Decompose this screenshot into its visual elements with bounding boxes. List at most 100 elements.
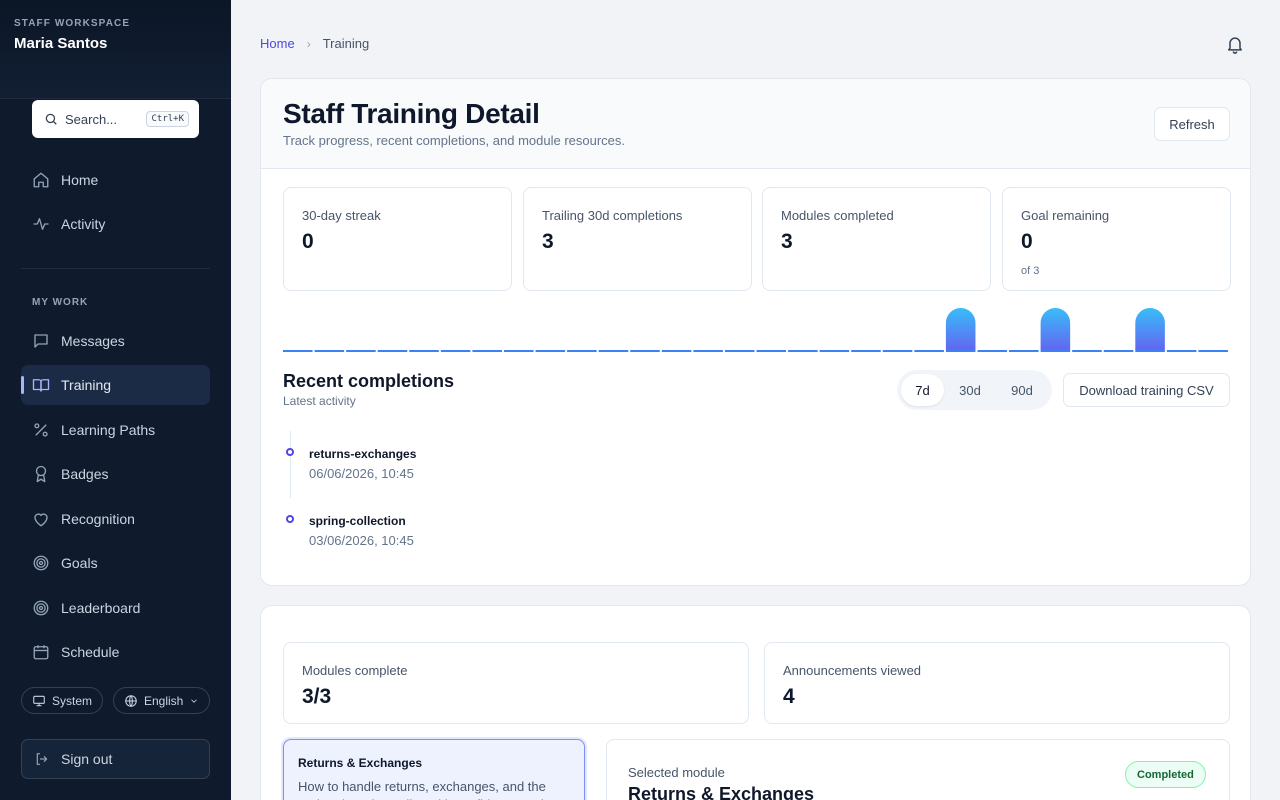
sidebar-item-label: Activity	[61, 216, 106, 232]
stat-label: Announcements viewed	[783, 663, 922, 678]
search-shortcut: Ctrl+K	[146, 111, 189, 127]
sidebar-item-home[interactable]: Home	[21, 160, 210, 200]
calendar-icon	[33, 645, 49, 660]
sidebar-item-label: Home	[61, 172, 99, 188]
module-card[interactable]: Returns & Exchanges How to handle return…	[283, 739, 585, 800]
sidebar-item-messages[interactable]: Messages	[21, 321, 210, 361]
chart-baseline-segment	[598, 350, 629, 352]
percent-icon	[34, 423, 48, 437]
theme-select[interactable]: System	[21, 687, 104, 714]
sidebar-item-label: Leaderboard	[61, 600, 141, 616]
stat-value: 0	[1021, 230, 1033, 253]
download-csv-button[interactable]: Download training CSV	[1063, 373, 1230, 407]
bell-icon[interactable]	[1225, 34, 1245, 54]
range-90d-button[interactable]: 90d	[996, 374, 1048, 406]
chevron-right-icon: ›	[306, 36, 311, 51]
range-toggle: 7d 30d 90d	[897, 370, 1052, 410]
sidebar-item-badges[interactable]: Badges	[21, 454, 210, 494]
chart-baseline-segment	[756, 350, 787, 352]
sidebar-item-training[interactable]: Training	[21, 365, 210, 405]
chart-baseline-segment	[346, 350, 376, 352]
activity-chart	[283, 307, 1228, 352]
award-icon	[35, 465, 47, 483]
heart-icon	[34, 513, 48, 527]
chart-baseline-segment	[567, 350, 597, 352]
chart-baseline-segment	[472, 350, 502, 352]
sidebar-item-label: Messages	[61, 333, 125, 349]
chart-baseline-segment	[661, 350, 692, 352]
sidebar-item-activity[interactable]: Activity	[21, 204, 210, 244]
page-title: Staff Training Detail	[283, 98, 540, 129]
monitor-icon	[33, 695, 45, 706]
chart-baseline-segment	[693, 350, 723, 352]
language-label: English	[144, 693, 184, 708]
search-placeholder: Search...	[65, 111, 118, 127]
breadcrumb: Home › Training	[260, 36, 369, 51]
chart-baseline-segment	[851, 350, 881, 352]
stat-value: 3/3	[302, 685, 332, 708]
chart-baseline-segment	[914, 350, 944, 352]
sidebar-item-label: Goals	[61, 555, 98, 571]
stat-card-modules-complete: Modules complete 3/3	[283, 642, 749, 724]
sidebar-item-leaderboard[interactable]: Leaderboard	[21, 588, 210, 628]
stat-value: 3	[542, 230, 554, 253]
stat-card-modules: Modules completed 3	[762, 187, 991, 291]
stat-label: Modules completed	[781, 208, 894, 223]
stat-value: 4	[783, 685, 795, 708]
language-select[interactable]: English	[113, 687, 211, 714]
sidebar: STAFF WORKSPACE Maria Santos Search... C…	[0, 0, 231, 800]
chart-baseline-segment	[314, 350, 345, 352]
chart-baseline-segment	[503, 350, 534, 352]
range-30d-button[interactable]: 30d	[944, 374, 996, 406]
timeline-line	[290, 431, 291, 498]
search-icon	[45, 113, 57, 125]
sidebar-item-label: Recognition	[61, 511, 135, 527]
chart-baseline-segment	[1198, 350, 1228, 352]
stat-label: Modules complete	[302, 663, 408, 678]
target-icon	[33, 555, 49, 571]
selected-module-panel: Selected module Returns & Exchanges Comp…	[606, 739, 1230, 800]
sidebar-item-schedule[interactable]: Schedule	[21, 632, 210, 672]
chart-baseline-segment	[535, 350, 566, 352]
chart-bar	[1040, 307, 1071, 350]
stat-card-announcements: Announcements viewed 4	[764, 642, 1230, 724]
sidebar-item-goals[interactable]: Goals	[21, 543, 210, 583]
chart-baseline-segment	[788, 350, 818, 352]
page-subtitle: Track progress, recent completions, and …	[283, 133, 626, 148]
chart-baseline-segment	[630, 350, 660, 352]
completion-date: 06/06/2026, 10:45	[309, 466, 414, 481]
recent-subtitle: Latest activity	[283, 394, 356, 408]
sidebar-item-label: Schedule	[61, 644, 120, 660]
recent-title: Recent completions	[283, 371, 455, 391]
status-badge: Completed	[1125, 761, 1206, 788]
sign-out-button[interactable]: Sign out	[21, 739, 210, 779]
chart-baseline-segment	[440, 350, 471, 352]
stat-card-trailing: Trailing 30d completions 3	[523, 187, 752, 291]
chart-baseline-segment	[724, 350, 755, 352]
sidebar-item-learning-paths[interactable]: Learning Paths	[21, 410, 210, 450]
theme-label: System	[52, 693, 93, 708]
module-title: Returns & Exchanges	[298, 756, 423, 770]
selected-module-title: Returns & Exchanges	[628, 784, 815, 800]
workspace-header: STAFF WORKSPACE Maria Santos	[0, 0, 231, 99]
module-description: How to handle returns, exchanges, and th…	[298, 779, 546, 800]
chart-baseline-segment	[1040, 350, 1071, 352]
stat-sub: of 3	[1021, 265, 1040, 277]
search-input[interactable]: Search... Ctrl+K	[32, 100, 199, 138]
selected-module-label: Selected module	[628, 765, 725, 780]
refresh-button[interactable]: Refresh	[1154, 107, 1230, 141]
globe-icon	[125, 694, 137, 707]
breadcrumb-current: Training	[322, 36, 370, 51]
stat-label: 30-day streak	[302, 208, 381, 223]
sign-out-label: Sign out	[61, 751, 113, 767]
completion-name: returns-exchanges	[309, 447, 417, 461]
breadcrumb-home[interactable]: Home	[260, 36, 295, 51]
timeline-dot	[286, 515, 294, 523]
sidebar-item-label: Learning Paths	[61, 422, 156, 438]
completion-name: spring-collection	[309, 514, 406, 528]
sidebar-item-label: Badges	[61, 466, 109, 482]
chart-baseline-segment	[1103, 350, 1134, 352]
sidebar-item-recognition[interactable]: Recognition	[21, 499, 210, 539]
range-7d-button[interactable]: 7d	[901, 374, 944, 406]
chart-bar	[945, 308, 976, 350]
